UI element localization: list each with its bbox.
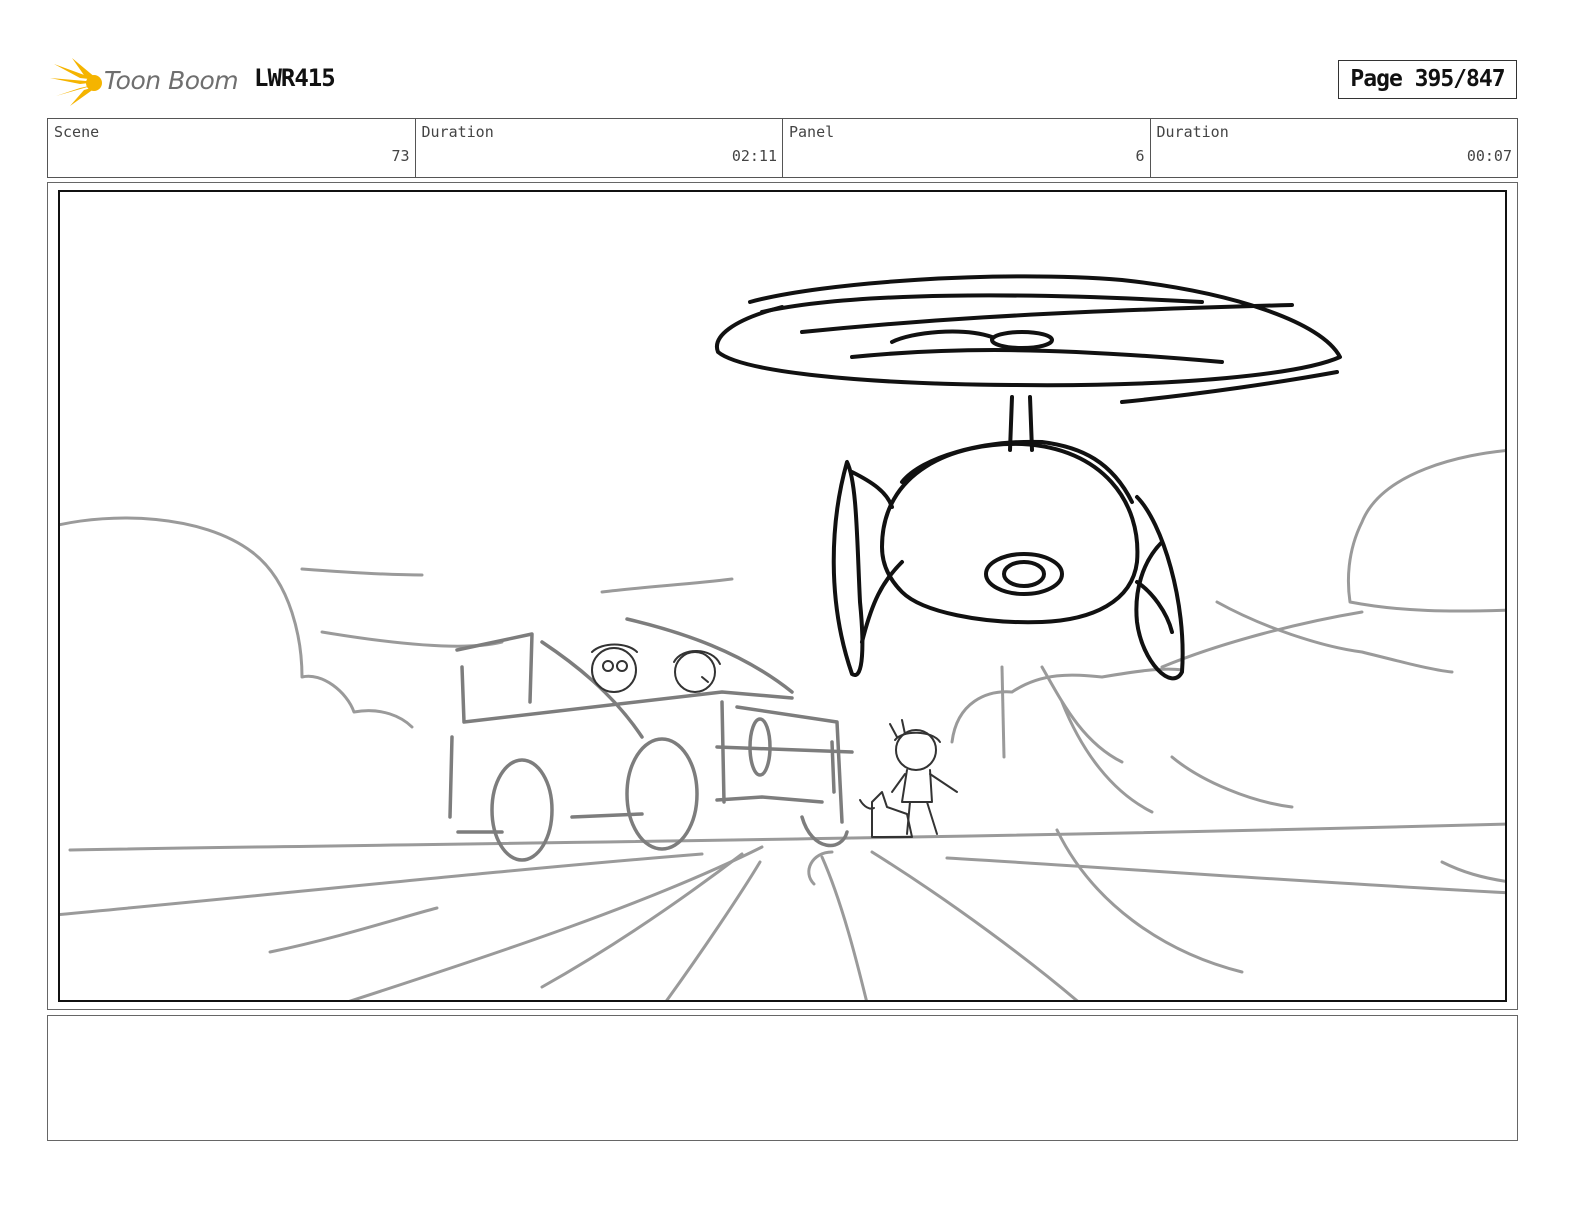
scene-value: 73: [391, 147, 410, 165]
jeep-sketch: [448, 617, 854, 862]
clouds-sketch: [60, 449, 1505, 883]
panel-cell: Panel 6: [783, 119, 1151, 177]
ground-lines: [60, 822, 1505, 1000]
panel-duration-label: Duration: [1156, 123, 1229, 141]
scene-cell: Scene 73: [48, 119, 416, 177]
starburst-icon: [50, 58, 102, 106]
panel-duration-cell: Duration 00:07: [1151, 119, 1518, 177]
kid-dog-sketch: [859, 719, 958, 838]
storyboard-panel: [58, 190, 1507, 1002]
scene-duration-label: Duration: [421, 123, 494, 141]
info-row: Scene 73 Duration 02:11 Panel 6 Duration…: [47, 118, 1518, 178]
page-indicator: Page 395/847: [1338, 60, 1517, 99]
logo-text: Toon Boom: [104, 66, 239, 95]
sketch-drawing: [60, 274, 1505, 1000]
panel-duration-value: 00:07: [1466, 147, 1512, 165]
scene-label: Scene: [54, 123, 100, 141]
scene-duration-value: 02:11: [731, 147, 777, 165]
scene-duration-cell: Duration 02:11: [416, 119, 783, 177]
helicopter-body: [831, 395, 1185, 681]
panel-value: 6: [1135, 147, 1145, 165]
passengers-sketch: [591, 643, 721, 693]
panel-label: Panel: [789, 123, 835, 141]
toon-boom-logo: Toon Boom: [50, 56, 240, 108]
project-code: LWR415: [254, 64, 336, 92]
notes-box: [47, 1015, 1518, 1141]
helicopter-rotor: [714, 274, 1342, 404]
